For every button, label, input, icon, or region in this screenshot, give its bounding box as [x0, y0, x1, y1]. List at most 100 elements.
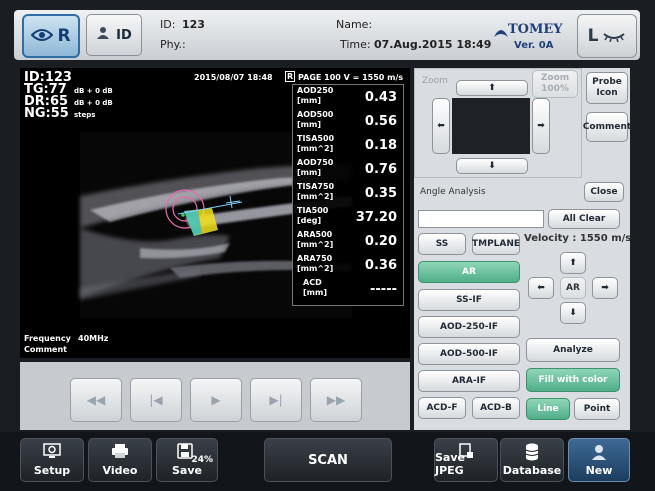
- id-button[interactable]: ID: [86, 14, 142, 56]
- measurement-name: AOD500 [mm]: [297, 110, 334, 129]
- ar-button[interactable]: AR: [418, 261, 520, 283]
- nav-up-button[interactable]: ⬆: [560, 252, 586, 274]
- arrow-down-icon: ⬇: [488, 160, 496, 171]
- left-eye-button[interactable]: L: [577, 14, 637, 58]
- time-label: Time:: [340, 38, 371, 51]
- fill-with-color-button[interactable]: Fill with color: [526, 368, 620, 392]
- table-row: AOD750 [mm] 0.76: [293, 157, 405, 181]
- id-value: 123: [182, 18, 205, 31]
- tg-sub: dB + 0 dB: [74, 87, 113, 95]
- nav-down-button[interactable]: ⬇: [560, 302, 586, 324]
- frequency-label: Frequency: [24, 334, 71, 343]
- measurement-value: 0.20: [364, 234, 397, 249]
- aod-250-if-button[interactable]: AOD-250-IF: [418, 316, 520, 338]
- scan-button[interactable]: SCAN: [264, 438, 392, 482]
- video-label: Video: [102, 464, 138, 477]
- step-back-button[interactable]: |◀: [130, 378, 182, 422]
- zoom-left-button[interactable]: ⬅: [432, 98, 450, 154]
- comment-button[interactable]: Comment: [583, 112, 631, 142]
- arrow-up-icon: ⬆: [488, 82, 496, 93]
- new-label: New: [585, 464, 613, 477]
- arrow-right-icon: ➡: [601, 282, 609, 293]
- measurement-name: AOD750 [mm]: [297, 158, 334, 177]
- database-button[interactable]: Database: [500, 438, 564, 482]
- point-button[interactable]: Point: [574, 398, 620, 420]
- velocity-label: Velocity : 1550 m/s: [524, 233, 632, 244]
- setup-icon: [43, 443, 61, 462]
- eye-icon: [31, 27, 54, 46]
- version-label: Ver. 0A: [514, 40, 554, 51]
- dr-sub: dB + 0 dB: [74, 99, 113, 107]
- measurement-name: TIA500 [deg]: [297, 206, 329, 225]
- new-patient-button[interactable]: New: [568, 438, 630, 482]
- table-row: AOD250 [mm] 0.43: [293, 85, 405, 109]
- zoom-right-button[interactable]: ➡: [532, 98, 550, 154]
- table-row: AOD500 [mm] 0.56: [293, 109, 405, 133]
- device-screen: R ID ID: 123 Phy.: Name: Time: 07.Aug.20…: [0, 0, 655, 491]
- tmplane-button[interactable]: TMPLANE: [472, 233, 520, 255]
- right-eye-button[interactable]: R: [22, 14, 80, 58]
- save-label: Save: [172, 464, 202, 477]
- table-row: TISA500 [mm^2] 0.18: [293, 133, 405, 157]
- table-row: TISA750 [mm^2] 0.35: [293, 181, 405, 205]
- nav-left-button[interactable]: ⬅: [528, 277, 554, 299]
- table-row: TIA500 [deg] 37.20: [293, 205, 405, 229]
- play-button[interactable]: ▶: [190, 378, 242, 422]
- save-percent: 24%: [191, 455, 213, 465]
- new-patient-icon: [590, 443, 608, 464]
- arrow-right-icon: ➡: [537, 120, 545, 131]
- measurement-value: 37.20: [355, 210, 397, 225]
- arrow-up-icon: ⬆: [569, 257, 577, 268]
- zoom-preview: [452, 98, 530, 154]
- nav-right-button[interactable]: ➡: [592, 277, 618, 299]
- zoom-down-button[interactable]: ⬇: [456, 158, 528, 174]
- save-jpeg-button[interactable]: Save JPEG: [434, 438, 498, 482]
- measurement-value: 0.36: [364, 258, 397, 273]
- line-button[interactable]: Line: [526, 398, 570, 420]
- analysis-text-field[interactable]: [418, 210, 544, 228]
- save-button[interactable]: 24% Save: [156, 438, 218, 482]
- id-button-label: ID: [116, 27, 132, 43]
- ng-label: NG:55: [24, 106, 69, 121]
- analyze-button[interactable]: Analyze: [526, 338, 620, 362]
- ss-if-button[interactable]: SS-IF: [418, 289, 520, 311]
- tomey-logo-icon: [494, 24, 508, 43]
- video-button[interactable]: Video: [88, 438, 152, 482]
- probe-icon-button[interactable]: Probe Icon: [586, 72, 628, 104]
- setup-button[interactable]: Setup: [20, 438, 84, 482]
- left-eye-label: L: [587, 26, 599, 46]
- ara-if-button[interactable]: ARA-IF: [418, 370, 520, 392]
- zoom-level-value: 100%: [541, 84, 569, 94]
- brand-logo: TOMEY: [508, 22, 563, 37]
- closed-eye-icon: [602, 27, 626, 46]
- nav-center-label: AR: [560, 277, 586, 299]
- zoom-level-button[interactable]: Zoom 100%: [532, 70, 578, 98]
- save-jpeg-icon: [458, 443, 474, 462]
- measurement-name: ACD [mm]: [303, 278, 327, 297]
- measurement-value: 0.18: [364, 138, 397, 153]
- all-clear-button[interactable]: All Clear: [548, 209, 620, 229]
- rewind-button[interactable]: ◀◀: [70, 378, 122, 422]
- arrow-left-icon: ⬅: [437, 120, 445, 131]
- zoom-up-button[interactable]: ⬆: [456, 80, 528, 96]
- database-icon: [525, 443, 539, 464]
- ng-sub: steps: [74, 111, 96, 119]
- phy-label: Phy.:: [160, 38, 186, 51]
- acd-b-button[interactable]: ACD-B: [472, 397, 520, 419]
- table-row: ACD [mm] -----: [293, 277, 405, 301]
- right-eye-label: R: [57, 26, 71, 46]
- id-label: ID:: [160, 18, 176, 31]
- fast-forward-button[interactable]: ▶▶: [310, 378, 362, 422]
- measurement-value: -----: [370, 282, 397, 297]
- close-button[interactable]: Close: [584, 182, 624, 202]
- database-label: Database: [502, 464, 562, 477]
- measurement-name: ARA750 [mm^2]: [297, 254, 334, 273]
- zoom-level-label: Zoom: [540, 73, 570, 83]
- acd-f-button[interactable]: ACD-F: [418, 397, 466, 419]
- table-row: ARA750 [mm^2] 0.36: [293, 253, 405, 277]
- aod-500-if-button[interactable]: AOD-500-IF: [418, 343, 520, 365]
- measurement-name: TISA500 [mm^2]: [297, 134, 335, 153]
- zoom-label: Zoom: [422, 76, 448, 86]
- step-forward-button[interactable]: ▶|: [250, 378, 302, 422]
- ss-button[interactable]: SS: [418, 233, 466, 255]
